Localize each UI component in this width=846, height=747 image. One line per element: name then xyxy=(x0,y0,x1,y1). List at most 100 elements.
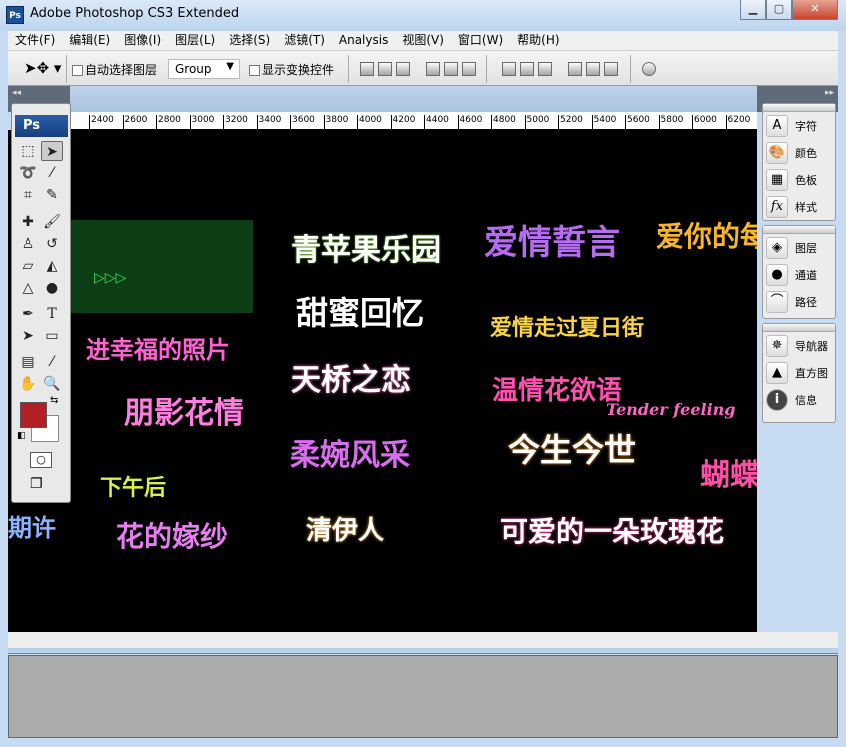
path-selection-tool-icon[interactable]: ➤ xyxy=(17,326,39,346)
align-right-icon[interactable] xyxy=(462,62,476,76)
menu-analysis[interactable]: Analysis xyxy=(332,31,395,50)
auto-select-label: 自动选择图层 xyxy=(85,63,158,77)
info-icon: i xyxy=(766,388,788,411)
eyedropper-tool-icon[interactable]: ⁄ xyxy=(41,352,63,372)
ruler-tick-label: 5000 xyxy=(524,115,549,129)
distribute-right-icon[interactable] xyxy=(604,62,618,76)
horizontal-scrollbar[interactable] xyxy=(8,632,838,648)
separator xyxy=(348,55,349,83)
quick-mask-icon[interactable]: ○ xyxy=(30,452,52,468)
show-transform-checkbox[interactable]: 显示变换控件 xyxy=(249,61,334,78)
document-canvas[interactable]: ▷▷▷ 青苹果乐园 爱情誓言 爱你的每 甜蜜回忆 爱情走过夏日街 天桥之恋 温情… xyxy=(8,130,757,632)
healing-brush-tool-icon[interactable]: ✚ xyxy=(17,212,39,232)
align-hcenter-icon[interactable] xyxy=(444,62,458,76)
menu-edit[interactable]: 编辑(E) xyxy=(62,31,117,50)
magic-wand-tool-icon[interactable]: ⁄ xyxy=(41,163,63,183)
panel-item-paths[interactable]: ⌒ 路径 xyxy=(763,288,835,315)
panel-group-header[interactable] xyxy=(763,226,835,234)
panel-item-character[interactable]: A 字符 xyxy=(763,112,835,139)
panel-item-styles[interactable]: fx 样式 xyxy=(763,193,835,220)
close-button[interactable]: ✕ xyxy=(792,0,838,20)
panel-item-channels[interactable]: ● 通道 xyxy=(763,261,835,288)
ruler-tick-label: 5600 xyxy=(625,115,650,129)
character-icon: A xyxy=(766,114,788,137)
foreground-color-swatch[interactable] xyxy=(20,402,47,428)
channels-icon: ● xyxy=(766,263,788,286)
clone-stamp-tool-icon[interactable]: ♙ xyxy=(17,234,39,254)
menu-help[interactable]: 帮助(H) xyxy=(510,31,566,50)
panel-item-color[interactable]: 🎨 颜色 xyxy=(763,139,835,166)
distribute-vcenter-icon[interactable] xyxy=(520,62,534,76)
artwork-text: 花的嫁纱 xyxy=(116,520,229,553)
align-top-icon[interactable] xyxy=(360,62,374,76)
panel-item-histogram[interactable]: ▲ 直方图 xyxy=(763,359,835,386)
paint-bucket-tool-icon[interactable]: ◭ xyxy=(41,256,63,276)
panel-group-navigator: ✵ 导航器 ▲ 直方图 i 信息 xyxy=(762,323,836,423)
pen-tool-icon[interactable]: ✒ xyxy=(17,304,39,324)
artwork-text: 爱情走过夏日街 xyxy=(490,315,645,341)
distribute-top-icon[interactable] xyxy=(502,62,516,76)
menu-bar: 文件(F) 编辑(E) 图像(I) 图层(L) 选择(S) 滤镜(T) Anal… xyxy=(8,31,838,50)
swap-colors-icon[interactable]: ⇆ xyxy=(50,395,58,406)
hand-tool-icon[interactable]: ✋ xyxy=(17,374,39,394)
panel-label: 通道 xyxy=(795,268,817,282)
panel-label: 颜色 xyxy=(795,146,817,160)
menu-image[interactable]: 图像(I) xyxy=(117,31,168,50)
zoom-tool-icon[interactable]: 🔍 xyxy=(41,374,63,394)
blur-tool-icon[interactable]: △ xyxy=(17,278,39,298)
menu-select[interactable]: 选择(S) xyxy=(222,31,277,50)
panel-group-character: A 字符 🎨 颜色 ▦ 色板 fx 样式 xyxy=(762,103,836,221)
auto-select-dropdown[interactable]: Group ▼ xyxy=(168,59,240,79)
panel-item-info[interactable]: i 信息 xyxy=(763,386,835,413)
shape-tool-icon[interactable]: ▭ xyxy=(41,326,63,346)
panel-item-layers[interactable]: ◈ 图层 xyxy=(763,234,835,261)
marquee-tool-icon[interactable]: ⬚ xyxy=(17,141,39,161)
menu-file[interactable]: 文件(F) xyxy=(8,31,62,50)
history-brush-tool-icon[interactable]: ↺ xyxy=(41,234,63,254)
artwork-text: 可爱的一朵玫瑰花 xyxy=(500,515,725,548)
maximize-button[interactable]: ▢ xyxy=(766,0,792,20)
default-colors-icon[interactable]: ◧ xyxy=(17,431,26,441)
screen-mode-icon[interactable]: ❐ xyxy=(30,476,43,492)
auto-align-layers-icon[interactable] xyxy=(642,62,656,76)
align-left-icon[interactable] xyxy=(426,62,440,76)
auto-select-checkbox[interactable]: 自动选择图层 xyxy=(72,61,157,78)
horizontal-ruler[interactable]: 2400 2600 2800 3000 3200 3400 3600 3800 4000 4200… xyxy=(70,112,757,130)
ruler-tick-label: 4600 xyxy=(457,115,482,129)
move-tool-icon[interactable]: ➤ xyxy=(41,141,63,161)
panel-group-header[interactable] xyxy=(763,324,835,332)
chevron-down-icon: ▼ xyxy=(226,61,234,72)
brush-tool-icon[interactable]: 🖌 xyxy=(41,212,63,232)
panel-group-header[interactable] xyxy=(763,104,835,112)
distribute-hcenter-icon[interactable] xyxy=(586,62,600,76)
panel-item-swatches[interactable]: ▦ 色板 xyxy=(763,166,835,193)
panel-item-navigator[interactable]: ✵ 导航器 xyxy=(763,332,835,359)
type-tool-icon[interactable]: T xyxy=(41,304,63,324)
menu-window[interactable]: 窗口(W) xyxy=(451,31,510,50)
status-divider xyxy=(8,648,838,654)
distribute-left-icon[interactable] xyxy=(568,62,582,76)
layers-icon: ◈ xyxy=(766,236,788,259)
minimize-button[interactable]: ▁ xyxy=(740,0,766,20)
panel-label: 导航器 xyxy=(795,339,828,353)
artwork-text: 进幸福的照片 xyxy=(86,335,230,364)
distribute-bottom-icon[interactable] xyxy=(538,62,552,76)
histogram-icon: ▲ xyxy=(766,361,788,384)
align-vcenter-icon[interactable] xyxy=(378,62,392,76)
lasso-tool-icon[interactable]: ➰ xyxy=(17,163,39,183)
ruler-tick-label: 2400 xyxy=(89,115,114,129)
artwork-text: 期许 xyxy=(8,513,56,542)
eraser-tool-icon[interactable]: ▱ xyxy=(17,256,39,276)
color-palette-icon: 🎨 xyxy=(766,141,788,164)
ruler-tick-label: 4000 xyxy=(357,115,382,129)
slice-tool-icon[interactable]: ✎ xyxy=(41,185,63,205)
crop-tool-icon[interactable]: ⌗ xyxy=(17,185,39,205)
menu-filter[interactable]: 滤镜(T) xyxy=(277,31,332,50)
notes-tool-icon[interactable]: ▤ xyxy=(17,352,39,372)
align-bottom-icon[interactable] xyxy=(396,62,410,76)
menu-view[interactable]: 视图(V) xyxy=(395,31,451,50)
menu-layer[interactable]: 图层(L) xyxy=(168,31,222,50)
dodge-tool-icon[interactable]: ● xyxy=(41,278,63,298)
separator xyxy=(630,55,631,83)
move-tool-preset-icon[interactable]: ➤✥ ▾ xyxy=(24,59,61,77)
